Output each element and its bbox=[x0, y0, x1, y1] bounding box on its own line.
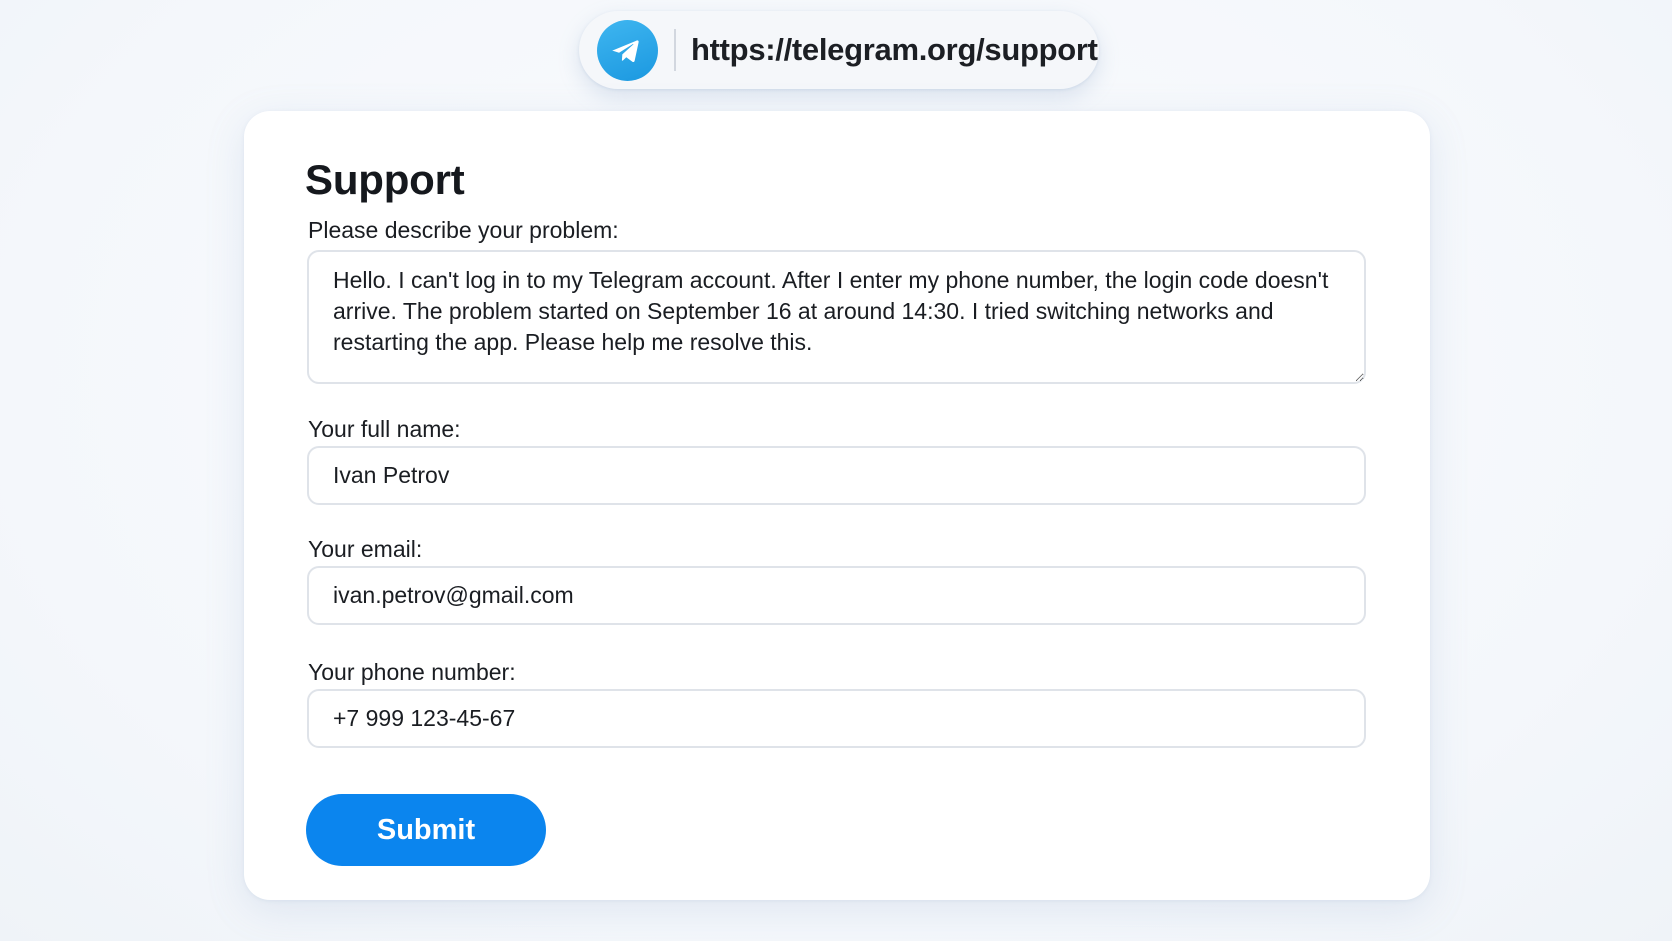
address-bar[interactable]: https://telegram.org/support bbox=[579, 11, 1099, 89]
full-name-input[interactable] bbox=[307, 446, 1366, 505]
paper-plane-icon bbox=[612, 39, 639, 62]
problem-textarea[interactable]: Hello. I can't log in to my Telegram acc… bbox=[307, 250, 1366, 384]
url-text[interactable]: https://telegram.org/support bbox=[691, 11, 1098, 89]
email-label: Your email: bbox=[308, 536, 423, 562]
address-bar-divider bbox=[674, 29, 676, 71]
phone-label: Your phone number: bbox=[308, 659, 516, 685]
telegram-logo-icon bbox=[597, 20, 658, 81]
email-input[interactable] bbox=[307, 566, 1366, 625]
page-title: Support bbox=[305, 156, 465, 203]
support-form-card: Support Please describe your problem: He… bbox=[244, 111, 1430, 900]
phone-input[interactable] bbox=[307, 689, 1366, 748]
submit-button[interactable]: Submit bbox=[306, 794, 546, 866]
full-name-label: Your full name: bbox=[308, 416, 461, 442]
problem-label: Please describe your problem: bbox=[308, 217, 619, 243]
